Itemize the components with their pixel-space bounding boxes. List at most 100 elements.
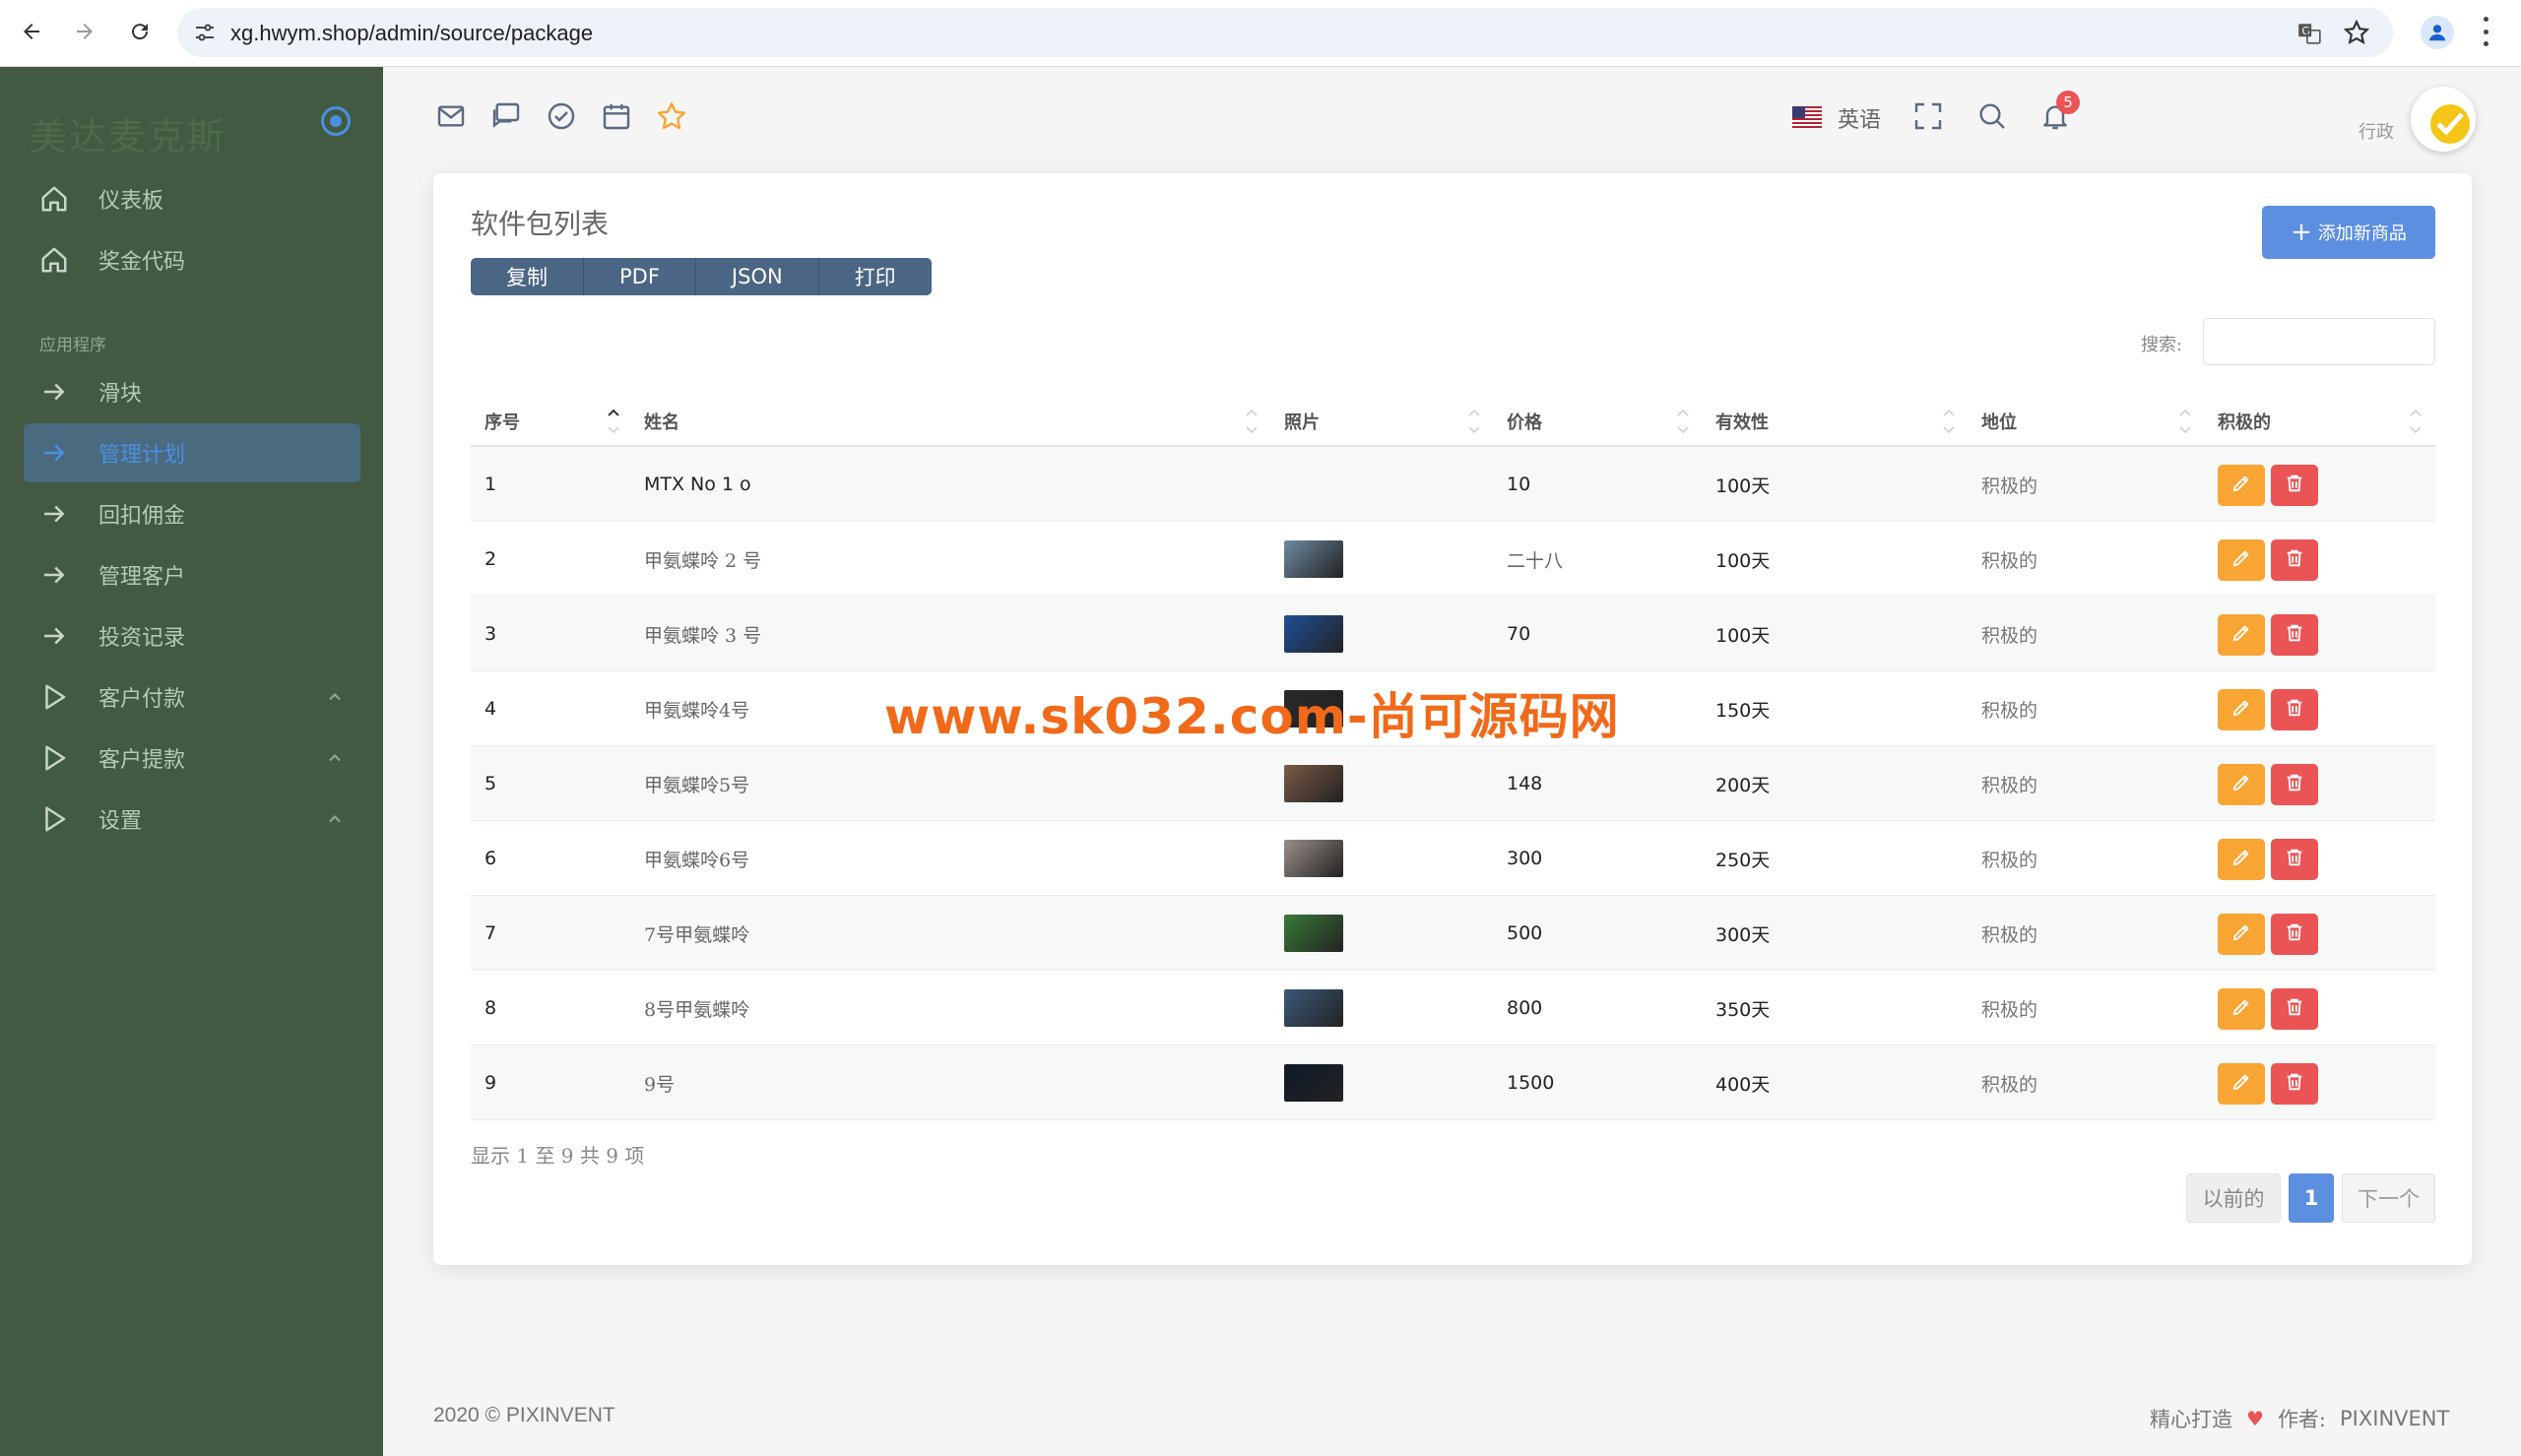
delete-button[interactable] <box>2271 914 2318 955</box>
delete-button[interactable] <box>2271 1063 2318 1105</box>
browser-menu-button[interactable] <box>2482 17 2489 46</box>
column-header-status[interactable]: 地位 <box>1981 396 2017 447</box>
column-header-no[interactable]: 序号 <box>485 396 520 447</box>
cell-photo <box>1284 896 1343 971</box>
star-icon[interactable] <box>656 100 689 134</box>
edit-button[interactable] <box>2218 988 2265 1030</box>
copy-button[interactable]: 复制 <box>471 258 584 295</box>
language-selector[interactable]: 英语 <box>1838 102 1881 134</box>
package-thumbnail[interactable] <box>1284 615 1343 653</box>
delete-button[interactable] <box>2271 614 2318 656</box>
cell-price: 二十八 <box>1507 549 1564 572</box>
browser-toolbar: xg.hwym.shop/admin/source/package G <box>0 0 2521 67</box>
check-circle-icon[interactable] <box>546 100 579 134</box>
package-thumbnail[interactable] <box>1284 765 1343 802</box>
play-icon <box>37 741 71 775</box>
profile-button[interactable] <box>2421 16 2454 49</box>
pencil-icon <box>2230 772 2252 797</box>
edit-button[interactable] <box>2218 764 2265 805</box>
user-role[interactable]: 行政 <box>2359 118 2394 144</box>
reload-button[interactable] <box>124 16 156 47</box>
sidebar-item-settings[interactable]: 设置 <box>24 790 360 849</box>
search-icon[interactable] <box>1976 100 2010 134</box>
fullscreen-icon[interactable] <box>1912 100 1946 134</box>
add-new-item-button[interactable]: + 添加新商品 <box>2262 206 2435 259</box>
avatar[interactable] <box>2411 87 2476 152</box>
bookmark-star-icon[interactable] <box>2344 20 2369 45</box>
sidebar-item-label: 设置 <box>98 809 143 834</box>
sidebar-item-investment-records[interactable]: 投资记录 <box>24 606 360 665</box>
trash-icon <box>2284 697 2305 723</box>
arrow-right-icon <box>37 375 71 409</box>
site-settings-icon[interactable] <box>193 21 217 44</box>
add-new-item-label: 添加新商品 <box>2317 223 2407 244</box>
edit-button[interactable] <box>2218 839 2265 880</box>
package-thumbnail[interactable] <box>1284 840 1343 877</box>
us-flag-icon[interactable] <box>1792 106 1822 128</box>
sidebar-toggle[interactable] <box>321 106 351 136</box>
edit-button[interactable] <box>2218 1063 2265 1105</box>
next-page-button[interactable]: 下一个 <box>2342 1173 2435 1223</box>
sidebar-item-manage-plans[interactable]: 管理计划 <box>24 423 360 482</box>
package-thumbnail[interactable] <box>1284 989 1343 1027</box>
translate-icon[interactable]: G <box>2296 21 2322 46</box>
delete-button[interactable] <box>2271 689 2318 730</box>
calendar-icon[interactable] <box>601 100 634 134</box>
chevron-up-icon[interactable] <box>325 809 345 829</box>
edit-button[interactable] <box>2218 539 2265 581</box>
delete-button[interactable] <box>2271 539 2318 581</box>
chevron-up-icon[interactable] <box>325 748 345 768</box>
cell-status: 积极的 <box>1981 475 2038 497</box>
package-thumbnail[interactable] <box>1284 540 1343 578</box>
cell-status: 积极的 <box>1981 849 2038 871</box>
sidebar-item-manage-customers[interactable]: 管理客户 <box>24 545 360 604</box>
sidebar-item-slider[interactable]: 滑块 <box>24 362 360 421</box>
sort-icon[interactable] <box>1676 406 1690 437</box>
delete-button[interactable] <box>2271 465 2318 506</box>
chevron-up-icon[interactable] <box>325 687 345 707</box>
search-input[interactable] <box>2203 318 2435 365</box>
mail-icon[interactable] <box>435 100 469 134</box>
package-thumbnail[interactable] <box>1284 915 1343 952</box>
url-text[interactable]: xg.hwym.shop/admin/source/package <box>230 21 593 46</box>
edit-button[interactable] <box>2218 465 2265 506</box>
sort-icon[interactable] <box>1942 406 1956 437</box>
cell-no: 7 <box>485 922 497 944</box>
sidebar-item-dashboard[interactable]: 仪表板 <box>24 169 360 228</box>
print-button[interactable]: 打印 <box>819 258 932 295</box>
delete-button[interactable] <box>2271 764 2318 805</box>
json-button[interactable]: JSON <box>696 258 819 295</box>
forward-button[interactable] <box>69 16 100 47</box>
sort-icon[interactable] <box>1467 406 1481 437</box>
delete-button[interactable] <box>2271 839 2318 880</box>
sidebar-item-bonus-code[interactable]: 奖金代码 <box>24 230 360 289</box>
column-header-name[interactable]: 姓名 <box>644 396 679 447</box>
delete-button[interactable] <box>2271 988 2318 1030</box>
sort-icon[interactable] <box>2409 406 2423 437</box>
sort-icon[interactable] <box>2178 406 2192 437</box>
address-bar[interactable]: xg.hwym.shop/admin/source/package G <box>177 8 2393 57</box>
chat-icon[interactable] <box>490 100 524 134</box>
edit-button[interactable] <box>2218 614 2265 656</box>
export-button-group: 复制 PDF JSON 打印 <box>471 258 932 295</box>
sort-asc-icon[interactable] <box>607 406 620 437</box>
brand-logo[interactable]: 美达麦克斯 <box>30 106 226 160</box>
sort-icon[interactable] <box>1245 406 1259 437</box>
edit-button[interactable] <box>2218 689 2265 730</box>
prev-page-button[interactable]: 以前的 <box>2186 1173 2281 1223</box>
sidebar-item-rebate-commission[interactable]: 回扣佣金 <box>24 484 360 543</box>
pdf-button[interactable]: PDF <box>584 258 696 295</box>
sidebar-item-customer-payments[interactable]: 客户付款 <box>24 667 360 727</box>
cell-validity: 200天 <box>1715 774 1771 796</box>
page-1-button[interactable]: 1 <box>2289 1173 2334 1223</box>
column-header-price[interactable]: 价格 <box>1507 396 1542 447</box>
edit-button[interactable] <box>2218 914 2265 955</box>
column-header-active[interactable]: 积极的 <box>2218 396 2271 447</box>
column-header-photo[interactable]: 照片 <box>1284 396 1320 447</box>
back-button[interactable] <box>16 16 47 47</box>
column-header-validity[interactable]: 有效性 <box>1715 396 1769 447</box>
package-thumbnail[interactable] <box>1284 1064 1343 1102</box>
cell-photo <box>1284 746 1343 821</box>
sidebar-item-customer-withdrawals[interactable]: 客户提款 <box>24 728 360 788</box>
cell-price: 1500 <box>1507 1072 1555 1094</box>
